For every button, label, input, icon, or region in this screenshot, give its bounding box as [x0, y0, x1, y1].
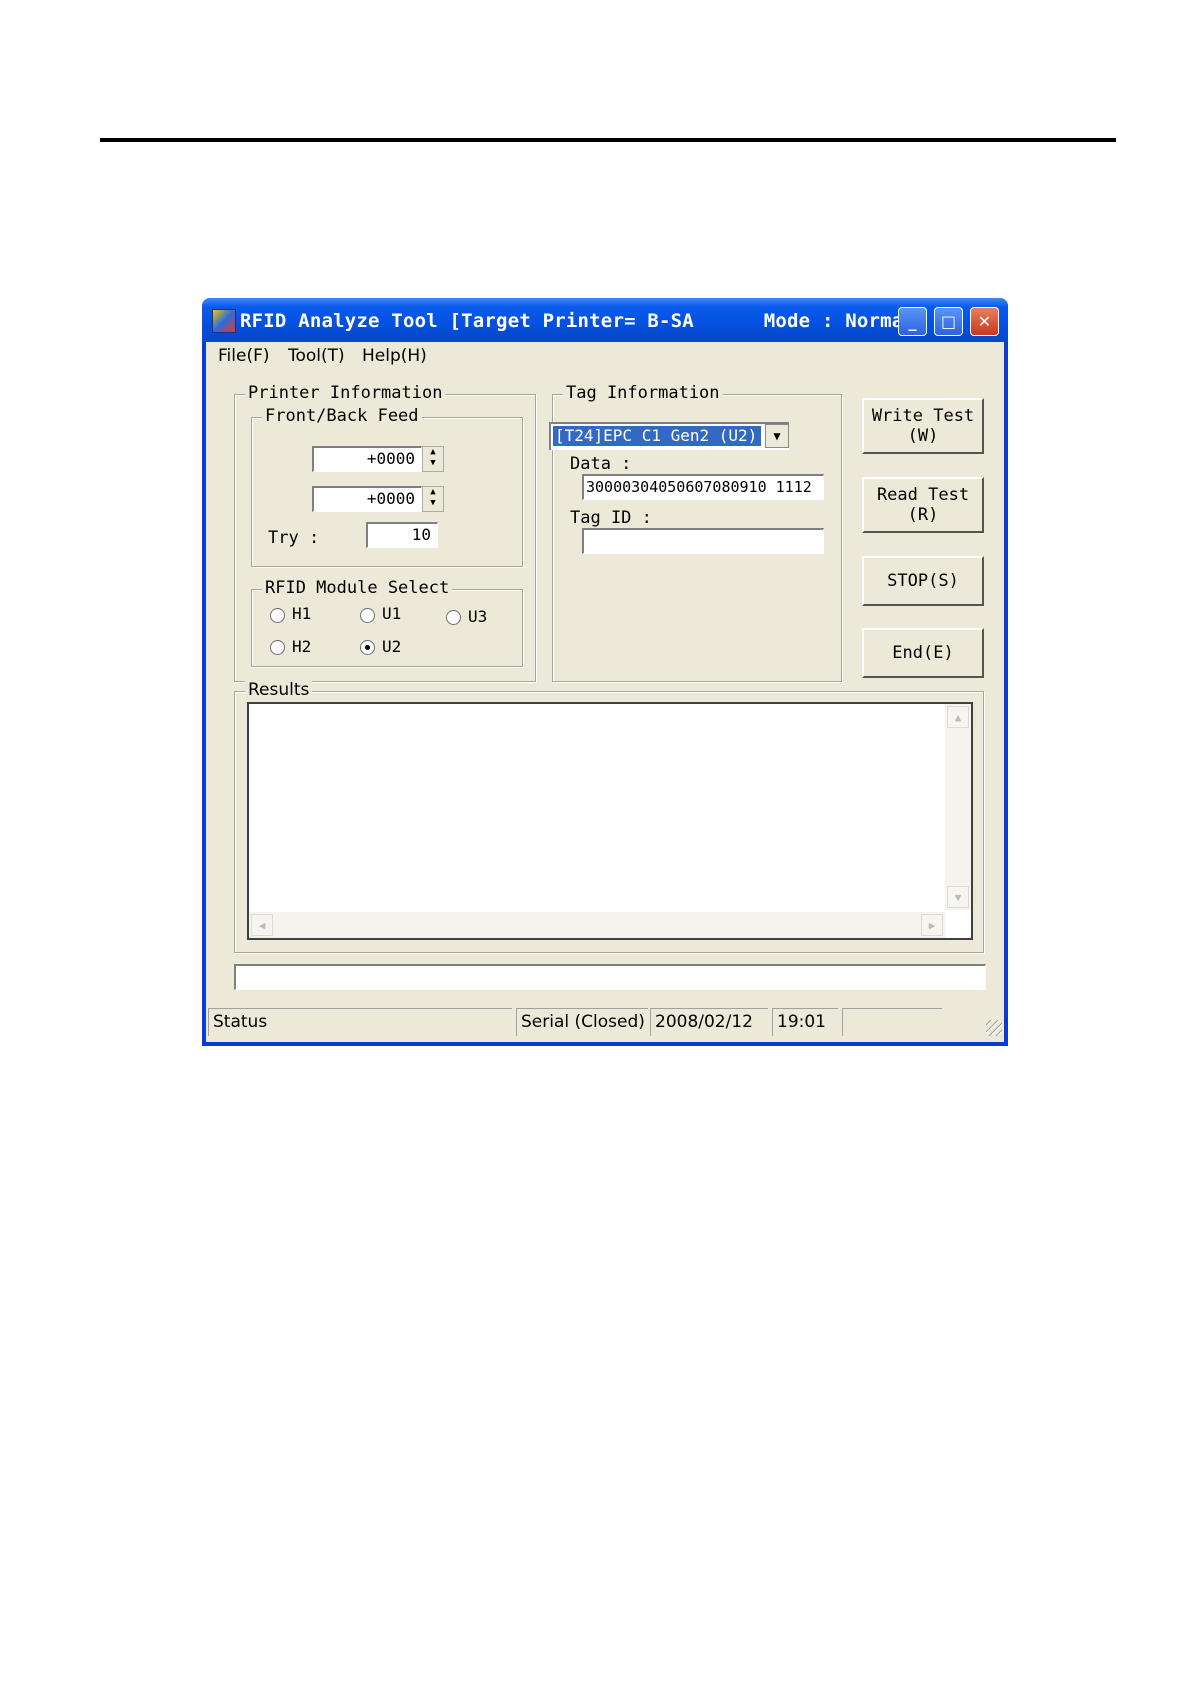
close-button[interactable]: ✕	[970, 307, 999, 336]
scroll-left-icon[interactable]: ◀	[251, 914, 273, 936]
tag-information-title: Tag Information	[563, 383, 723, 403]
radio-u2[interactable]	[360, 640, 375, 655]
rfid-module-title: RFID Module Select	[262, 578, 453, 598]
extra-panel	[842, 1008, 942, 1036]
read-test-label: Read Test	[876, 485, 970, 505]
scroll-down-icon[interactable]: ▼	[947, 886, 969, 908]
scroll-up-icon[interactable]: ▲	[947, 706, 969, 728]
radio-h2[interactable]	[270, 640, 285, 655]
resize-grip-icon[interactable]	[986, 1020, 1002, 1036]
results-title: Results	[245, 680, 313, 700]
window-title: RFID Analyze Tool [Target Printer= B-SA …	[240, 310, 927, 332]
tag-id-label: Tag ID :	[570, 508, 652, 528]
page-top-rule	[100, 138, 1116, 142]
front-back-feed-title: Front/Back Feed	[262, 406, 422, 426]
back-feed-spinner[interactable]: ▲ ▼	[422, 486, 444, 512]
results-horizontal-scrollbar[interactable]: ◀ ▶	[249, 912, 945, 938]
printer-information-title: Printer Information	[245, 383, 446, 403]
progress-bar	[234, 964, 986, 990]
radio-u2-label: U2	[382, 637, 402, 656]
title-bar[interactable]: RFID Analyze Tool [Target Printer= B-SA …	[202, 298, 1008, 342]
minimize-button[interactable]: _	[898, 307, 927, 336]
radio-u1-label: U1	[382, 604, 402, 623]
status-bar: Status Serial (Closed) 2008/02/12 19:01	[206, 1006, 1004, 1038]
front-back-feed-group: Front/Back Feed +0000 ▲ ▼ +0000 ▲ ▼ Try : …	[251, 406, 523, 567]
results-group: Results ▲ ▼ ◀ ▶	[234, 680, 984, 953]
read-test-button[interactable]: Read Test (R)	[862, 477, 984, 533]
tag-type-selected: [T24]EPC C1 Gen2 (U2)	[552, 425, 762, 447]
client-area: File(F) Tool(T) Help(H) Printer Informat…	[206, 342, 1004, 1042]
front-feed-spinner[interactable]: ▲ ▼	[422, 446, 444, 472]
tag-type-combobox[interactable]: [T24]EPC C1 Gen2 (U2) ▼	[549, 422, 789, 450]
data-input[interactable]: 30000304050607080910 1112	[582, 474, 824, 500]
menu-tool[interactable]: Tool(T)	[288, 346, 345, 366]
try-input[interactable]: 10	[366, 522, 438, 548]
write-test-button[interactable]: Write Test (W)	[862, 398, 984, 454]
time-panel: 19:01	[772, 1008, 838, 1036]
write-test-label: Write Test	[871, 406, 975, 426]
tag-id-input[interactable]	[582, 528, 824, 554]
data-label: Data :	[570, 454, 632, 474]
results-vertical-scrollbar[interactable]: ▲ ▼	[945, 704, 971, 910]
scroll-right-icon[interactable]: ▶	[921, 914, 943, 936]
app-icon	[212, 309, 236, 333]
read-test-shortcut: (R)	[907, 505, 939, 525]
menu-bar: File(F) Tool(T) Help(H)	[206, 342, 1004, 370]
stop-button[interactable]: STOP(S)	[862, 556, 984, 606]
end-button[interactable]: End(E)	[862, 628, 984, 678]
write-test-shortcut: (W)	[907, 426, 939, 446]
radio-h2-label: H2	[292, 637, 312, 656]
radio-u1[interactable]	[360, 608, 375, 623]
rfid-module-group: RFID Module Select H1 U1 U3 H2 U2	[251, 578, 523, 667]
results-textbox[interactable]: ▲ ▼ ◀ ▶	[247, 702, 973, 940]
try-label: Try :	[268, 528, 320, 548]
connection-panel: Serial (Closed)	[516, 1008, 648, 1036]
stop-label: STOP(S)	[887, 571, 959, 591]
dropdown-arrow-icon[interactable]: ▼	[765, 424, 789, 448]
end-label: End(E)	[892, 643, 954, 663]
radio-h1[interactable]	[270, 608, 285, 623]
radio-h1-label: H1	[292, 604, 312, 623]
app-window: RFID Analyze Tool [Target Printer= B-SA …	[202, 298, 1008, 1046]
status-panel: Status	[208, 1008, 512, 1036]
maximize-button[interactable]: □	[934, 307, 963, 336]
menu-help[interactable]: Help(H)	[362, 346, 427, 366]
printer-information-group: Printer Information Front/Back Feed +000…	[234, 383, 536, 682]
back-feed-input[interactable]: +0000	[312, 486, 422, 512]
date-panel: 2008/02/12	[650, 1008, 768, 1036]
radio-u3-label: U3	[468, 607, 488, 626]
menu-file[interactable]: File(F)	[218, 346, 270, 366]
radio-u3[interactable]	[446, 610, 461, 625]
front-feed-input[interactable]: +0000	[312, 446, 422, 472]
